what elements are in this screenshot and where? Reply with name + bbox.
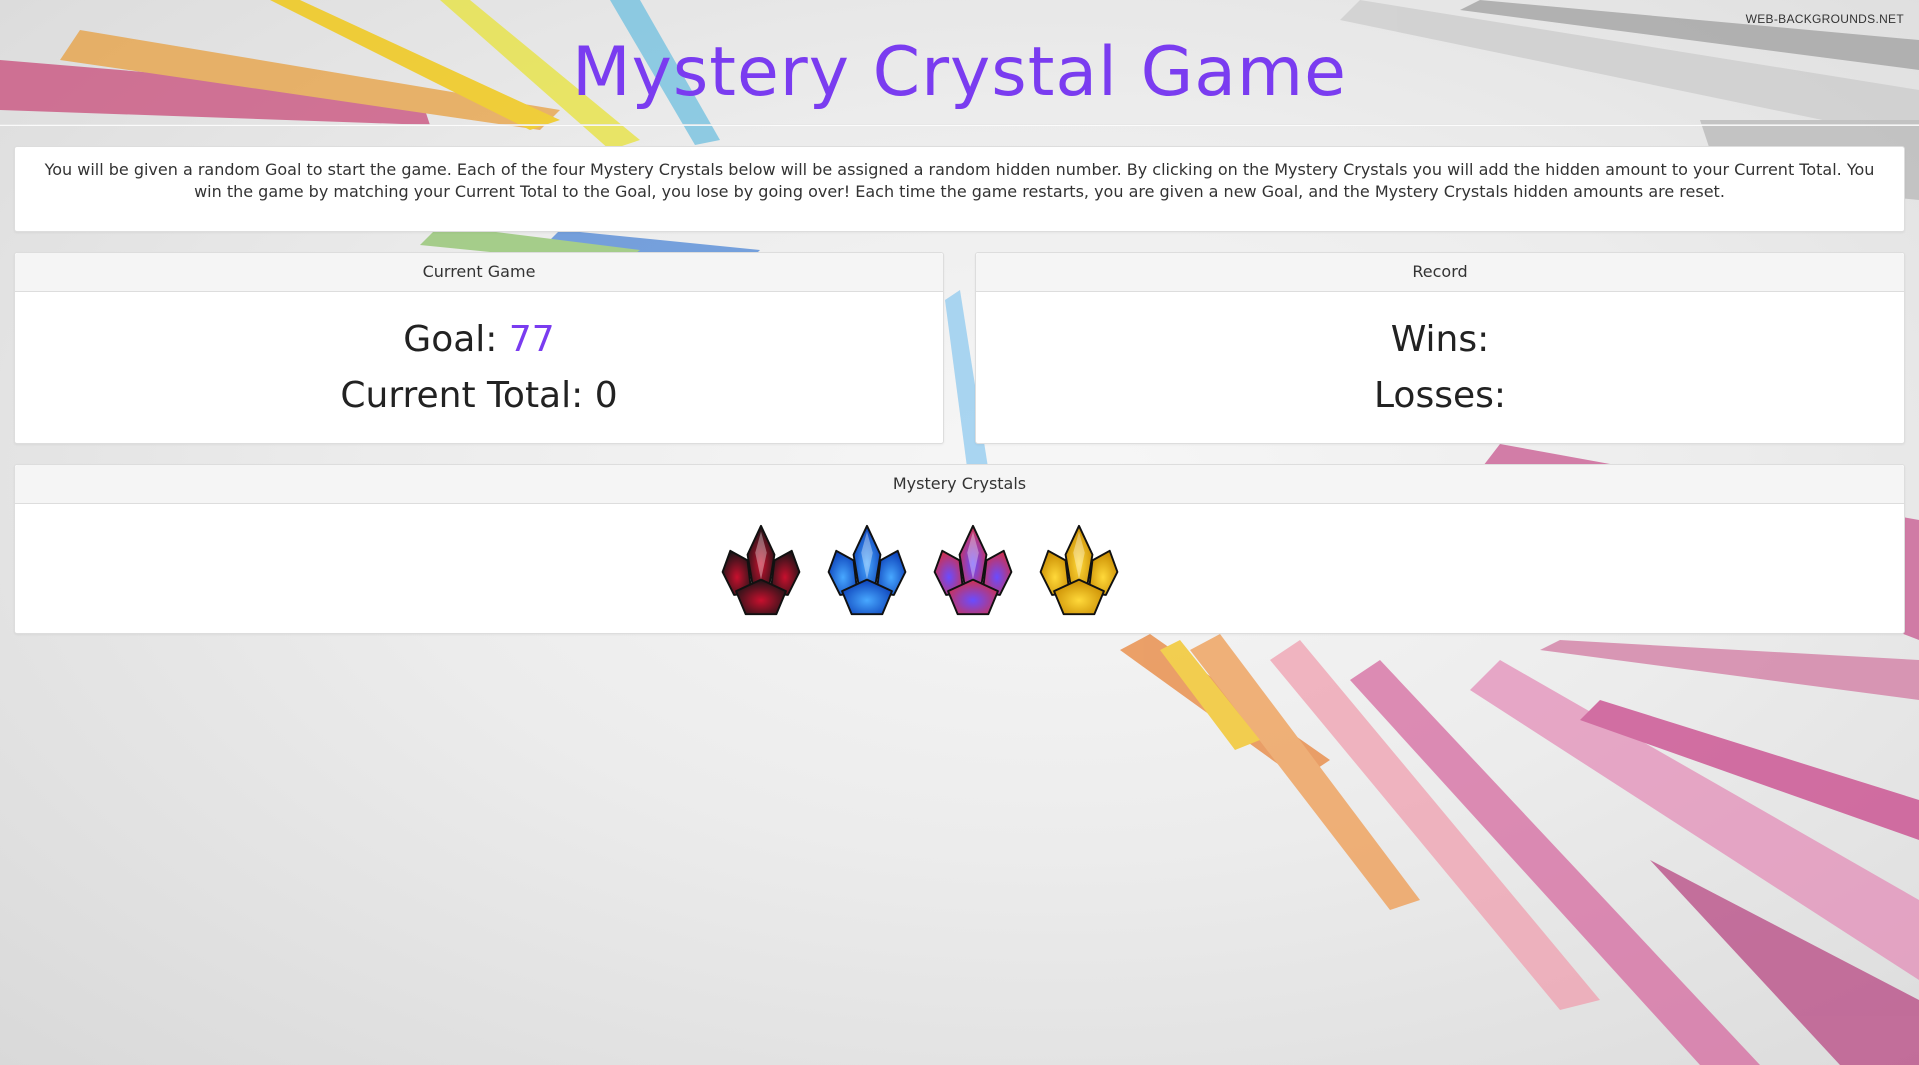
title-divider (0, 124, 1919, 126)
current-game-heading: Current Game (15, 253, 943, 292)
record-heading: Record (976, 253, 1904, 292)
current-total-label: Current Total: (340, 375, 584, 416)
goal-value: 77 (508, 319, 555, 360)
goal-label: Goal: (403, 319, 498, 360)
current-game-panel: Current Game Goal: 77 Current Total: 0 (14, 252, 944, 444)
current-total-value: 0 (594, 375, 618, 416)
record-stats: Wins: Losses: (976, 292, 1904, 424)
mystery-crystals-panel: Mystery Crystals (14, 464, 1905, 634)
instructions-panel: You will be given a random Goal to start… (14, 146, 1905, 232)
red-black-crystal-icon[interactable] (713, 520, 809, 620)
mystery-crystals-heading: Mystery Crystals (15, 465, 1904, 504)
blue-crystal-icon[interactable] (819, 520, 915, 620)
crystal-row (15, 504, 1904, 620)
losses-line: Losses: (976, 368, 1904, 424)
current-game-stats: Goal: 77 Current Total: 0 (15, 292, 943, 424)
page-title: Mystery Crystal Game (571, 33, 1348, 112)
record-panel: Record Wins: Losses: (975, 252, 1905, 444)
gold-crystal-icon[interactable] (1031, 520, 1127, 620)
pink-purple-crystal-icon[interactable] (925, 520, 1021, 620)
instructions-text: You will be given a random Goal to start… (44, 160, 1875, 201)
watermark-text: WEB-BACKGROUNDS.NET (1745, 12, 1904, 26)
current-total-line: Current Total: 0 (15, 368, 943, 424)
wins-label: Wins: (1390, 319, 1490, 360)
wins-line: Wins: (976, 312, 1904, 368)
losses-label: Losses: (1374, 375, 1506, 416)
goal-line: Goal: 77 (15, 312, 943, 368)
